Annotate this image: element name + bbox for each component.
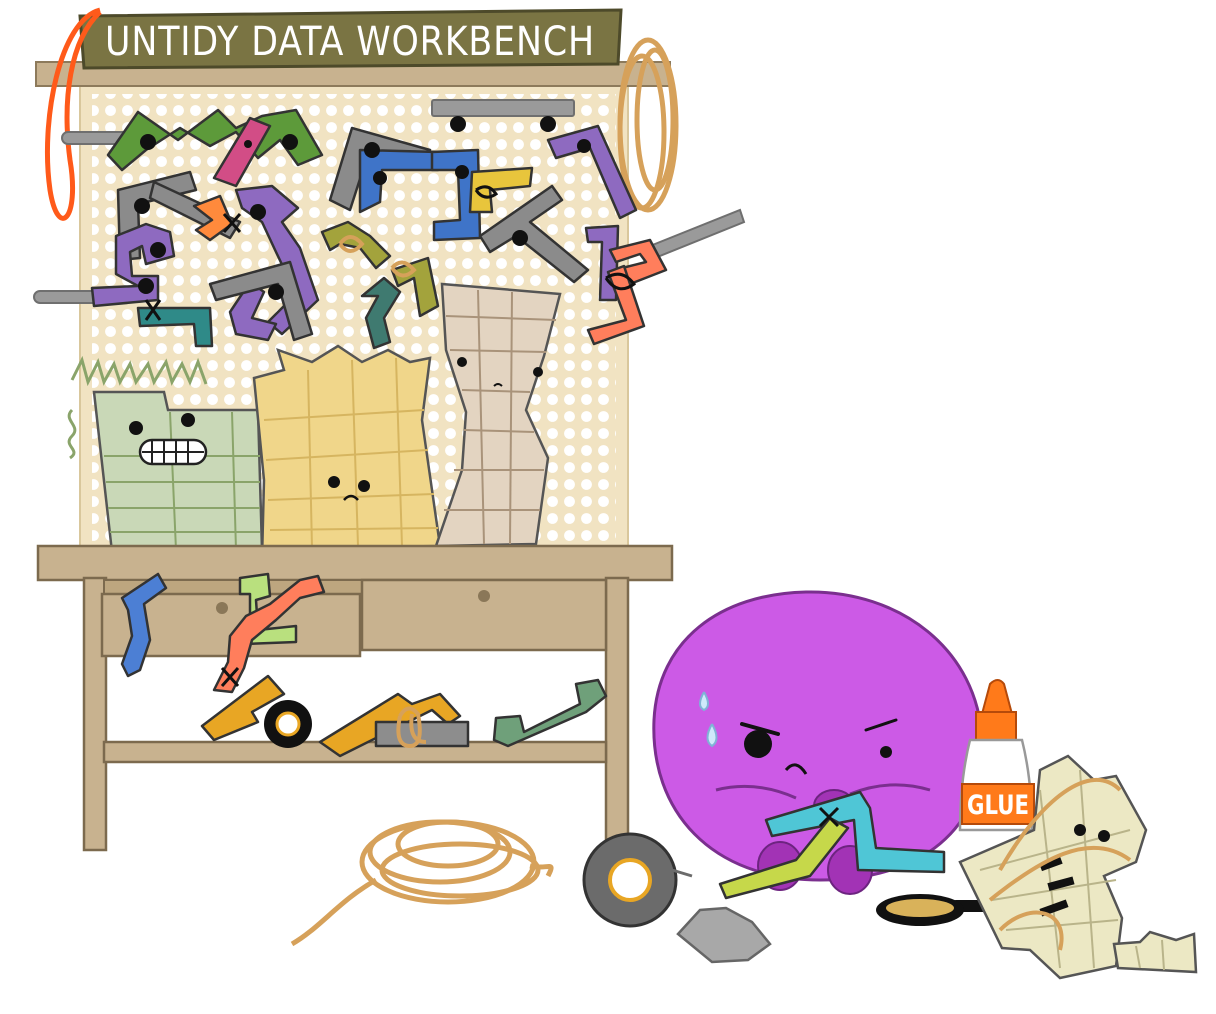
crumpled-paper [676, 906, 772, 964]
tape-roll-icon [582, 832, 693, 928]
untidy-data-workbench-illustration: UNTIDY DATA WORKBENCH GLUE [33, 7, 1198, 980]
broken-fragment [1112, 930, 1198, 974]
yellow-table-character [252, 344, 442, 562]
gritted-teeth-icon [138, 438, 208, 466]
tape-roll-icon [264, 700, 312, 748]
glue-label: GLUE [967, 790, 1029, 821]
green-table-character [92, 390, 264, 554]
sign-title: UNTIDY DATA WORKBENCH [105, 19, 595, 65]
workbench-sign: UNTIDY DATA WORKBENCH [78, 8, 623, 70]
rope-pile [290, 819, 554, 947]
